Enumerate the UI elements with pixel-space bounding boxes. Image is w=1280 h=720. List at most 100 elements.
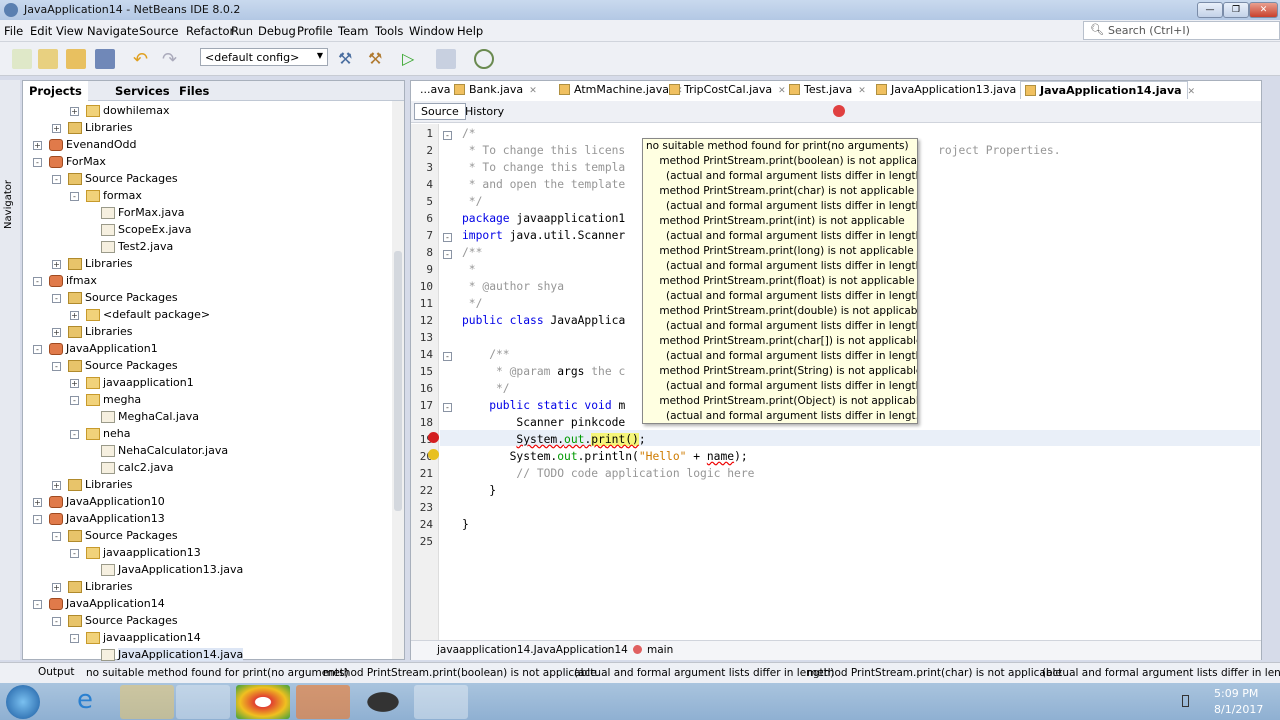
expand-toggle-icon[interactable]: -	[33, 277, 42, 286]
code-line[interactable]: }	[462, 518, 469, 531]
tree-item[interactable]: - Source Packages	[23, 171, 393, 188]
tree-item[interactable]: NehaCalculator.java	[23, 443, 393, 460]
app-icon[interactable]	[176, 685, 230, 719]
close-tab-icon[interactable]: ✕	[1188, 87, 1196, 97]
code-line[interactable]: * @param args the c	[462, 365, 625, 378]
navigator-tab[interactable]: Navigator	[3, 180, 14, 229]
editor-tab[interactable]: Test.java ✕	[785, 81, 870, 99]
save-all-icon[interactable]	[95, 49, 115, 69]
menu-source[interactable]: Source	[139, 24, 179, 38]
code-line[interactable]: /*	[462, 127, 476, 140]
code-line[interactable]: System.out.print();	[462, 433, 646, 446]
expand-toggle-icon[interactable]: -	[33, 515, 42, 524]
close-tab-icon[interactable]: ✕	[529, 86, 537, 96]
redo-icon[interactable]: ↷	[162, 49, 182, 70]
code-line[interactable]: /**	[462, 348, 509, 361]
editor-tab[interactable]: JavaApplication14.java ✕	[1020, 81, 1195, 99]
tab-projects[interactable]: Projects	[23, 81, 88, 101]
code-line[interactable]: System.out.println("Hello" + name);	[462, 450, 748, 463]
profile-icon[interactable]	[474, 49, 494, 69]
menu-navigate[interactable]: Navigate	[87, 24, 139, 38]
code-line[interactable]: }	[462, 484, 496, 497]
menu-team[interactable]: Team	[338, 24, 368, 38]
editor-tab[interactable]: TripCostCal.java ✕	[665, 81, 790, 99]
tree-item[interactable]: - Source Packages	[23, 290, 393, 307]
tree-item[interactable]: + Libraries	[23, 324, 393, 341]
tree-item[interactable]: + <default package>	[23, 307, 393, 324]
new-project-icon[interactable]	[38, 49, 58, 69]
fold-toggle-icon[interactable]: -	[443, 403, 452, 412]
tree-item[interactable]: + Libraries	[23, 120, 393, 137]
expand-toggle-icon[interactable]: -	[52, 617, 61, 626]
tree-item[interactable]: ScopeEx.java	[23, 222, 393, 239]
tree-item[interactable]: Test2.java	[23, 239, 393, 256]
fold-toggle-icon[interactable]: -	[443, 250, 452, 259]
fold-toggle-icon[interactable]: -	[443, 352, 452, 361]
expand-toggle-icon[interactable]: +	[52, 328, 61, 337]
battery-icon[interactable]	[1182, 695, 1189, 707]
menu-help[interactable]: Help	[457, 24, 483, 38]
new-file-icon[interactable]	[12, 49, 32, 69]
code-line[interactable]: public static void m	[462, 399, 625, 412]
tree-item[interactable]: JavaApplication13.java	[23, 562, 393, 579]
expand-toggle-icon[interactable]: -	[52, 294, 61, 303]
minimize-button[interactable]: —	[1197, 2, 1223, 18]
explorer-icon[interactable]	[120, 685, 174, 719]
config-select[interactable]: <default config> ▼	[200, 48, 328, 66]
breadcrumb-class[interactable]: javaapplication14.JavaApplication14	[437, 644, 628, 656]
tree-item[interactable]: - neha	[23, 426, 393, 443]
menu-edit[interactable]: Edit	[30, 24, 52, 38]
source-tab[interactable]: Source	[414, 103, 466, 120]
tree-item[interactable]: ForMax.java	[23, 205, 393, 222]
editor-tab[interactable]: JavaApplication13.java✕	[872, 81, 1034, 99]
breakpoint-icon[interactable]	[833, 105, 845, 117]
expand-toggle-icon[interactable]: -	[52, 175, 61, 184]
fold-toggle-icon[interactable]: -	[443, 131, 452, 140]
close-tab-icon[interactable]: ✕	[858, 86, 866, 96]
expand-toggle-icon[interactable]: +	[70, 311, 79, 320]
expand-toggle-icon[interactable]: -	[52, 532, 61, 541]
code-line[interactable]: * To change this templa	[462, 161, 625, 174]
history-tab[interactable]: History	[463, 104, 506, 119]
expand-toggle-icon[interactable]: +	[33, 498, 42, 507]
menu-tools[interactable]: Tools	[375, 24, 403, 38]
tree-item[interactable]: - ForMax	[23, 154, 393, 171]
tree-item[interactable]: - megha	[23, 392, 393, 409]
expand-toggle-icon[interactable]: -	[70, 549, 79, 558]
restore-button[interactable]: ❐	[1223, 2, 1249, 18]
menu-refactor[interactable]: Refactor	[186, 24, 234, 38]
code-line[interactable]: package javaapplication1	[462, 212, 625, 225]
expand-toggle-icon[interactable]: -	[33, 600, 42, 609]
expand-toggle-icon[interactable]: +	[52, 124, 61, 133]
expand-toggle-icon[interactable]: -	[70, 430, 79, 439]
code-line[interactable]: * and open the template	[462, 178, 625, 191]
tree-item[interactable]: MeghaCal.java	[23, 409, 393, 426]
expand-toggle-icon[interactable]: +	[52, 260, 61, 269]
code-line[interactable]: import java.util.Scanner	[462, 229, 625, 242]
tree-item[interactable]: - JavaApplication13	[23, 511, 393, 528]
undo-icon[interactable]: ↶	[133, 49, 153, 70]
tree-item[interactable]: + dowhilemax	[23, 103, 393, 120]
expand-toggle-icon[interactable]: +	[70, 379, 79, 388]
editor-tab[interactable]: ...ava	[416, 81, 454, 99]
clock-time[interactable]: 5:09 PM	[1214, 687, 1258, 700]
tree-item[interactable]: + Libraries	[23, 579, 393, 596]
fold-toggle-icon[interactable]: -	[443, 233, 452, 242]
code-line[interactable]: // TODO code application logic here	[462, 467, 754, 480]
code-line[interactable]: /**	[462, 246, 482, 259]
menu-profile[interactable]: Profile	[297, 24, 333, 38]
tree-item[interactable]: - JavaApplication14	[23, 596, 393, 613]
expand-toggle-icon[interactable]: -	[70, 396, 79, 405]
code-line[interactable]: */	[462, 382, 510, 395]
expand-toggle-icon[interactable]: -	[33, 345, 42, 354]
tree-item[interactable]: - Source Packages	[23, 358, 393, 375]
code-line[interactable]: Scanner pinkcode	[462, 416, 625, 429]
expand-toggle-icon[interactable]: +	[33, 141, 42, 150]
expand-toggle-icon[interactable]: -	[70, 634, 79, 643]
tree-item[interactable]: - Source Packages	[23, 613, 393, 630]
expand-toggle-icon[interactable]: -	[70, 192, 79, 201]
code-line[interactable]: public class JavaApplica	[462, 314, 625, 327]
menu-file[interactable]: File	[4, 24, 23, 38]
editor-tab[interactable]: Bank.java ✕	[450, 81, 541, 99]
clean-build-icon[interactable]: ⚒	[368, 49, 388, 69]
